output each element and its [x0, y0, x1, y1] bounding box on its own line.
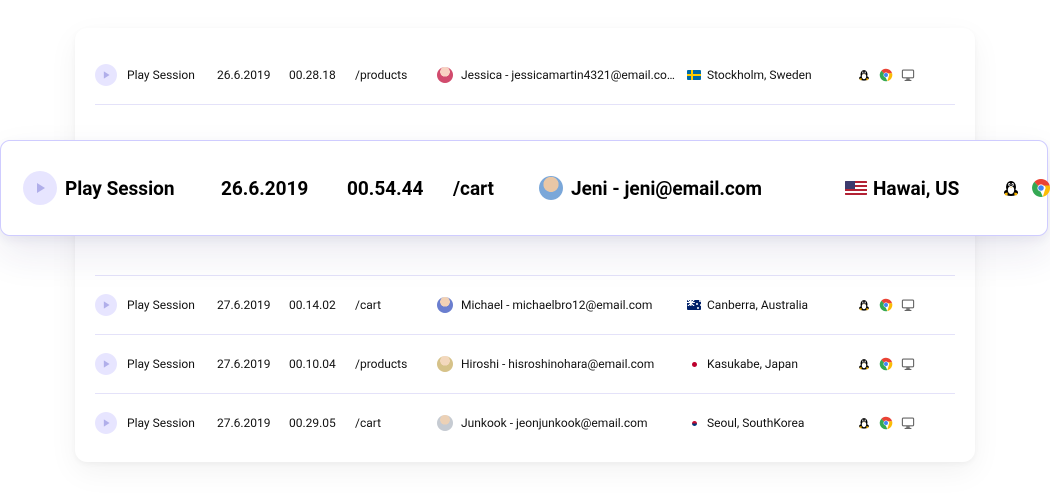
linux-icon — [857, 68, 871, 82]
play-button[interactable] — [95, 64, 117, 86]
session-list-card: Play Session 26.6.2019 00.28.18 /product… — [75, 28, 975, 462]
session-user-text: Hiroshi - hisroshinohara@email.com — [461, 357, 654, 371]
session-user-text: Michael - michaelbro12@email.com — [461, 298, 652, 312]
session-location: Kasukabe, Japan — [687, 357, 847, 371]
session-time: 00.10.04 — [289, 357, 345, 371]
chrome-icon — [879, 357, 893, 371]
session-date: 27.6.2019 — [217, 416, 279, 430]
avatar — [539, 176, 563, 200]
desktop-icon — [901, 416, 915, 430]
linux-icon — [857, 416, 871, 430]
session-location-text: Kasukabe, Japan — [707, 357, 798, 371]
flag-icon — [687, 300, 701, 310]
avatar — [437, 356, 453, 372]
session-time: 00.28.18 — [289, 68, 345, 82]
session-row[interactable]: Play Session 27.6.2019 00.10.04 /product… — [95, 335, 955, 393]
session-label: Play Session — [127, 416, 207, 430]
session-date: 27.6.2019 — [217, 298, 279, 312]
play-button[interactable] — [23, 171, 57, 205]
session-row[interactable]: Play Session 27.6.2019 00.14.02 /cart Mi… — [95, 276, 955, 334]
avatar — [437, 297, 453, 313]
session-location-text: Seoul, SouthKorea — [707, 416, 804, 430]
session-time: 00.29.05 — [289, 416, 345, 430]
session-location: Stockholm, Sweden — [687, 68, 847, 82]
desktop-icon — [901, 298, 915, 312]
linux-icon — [1001, 178, 1021, 198]
session-platform-icons — [1001, 178, 1050, 198]
session-user-text: Junkook - jeonjunkook@email.com — [461, 416, 648, 430]
linux-icon — [857, 298, 871, 312]
chrome-icon — [879, 68, 893, 82]
session-user: Michael - michaelbro12@email.com — [437, 297, 677, 313]
session-location: Seoul, SouthKorea — [687, 416, 847, 430]
session-user-text: Jessica - jessicamartin4321@email.com — [461, 68, 677, 82]
session-platform-icons — [857, 416, 923, 430]
session-row[interactable]: Play Session 27.6.2019 00.29.05 /cart Ju… — [95, 394, 955, 452]
session-path: /cart — [355, 416, 427, 430]
session-location-text: Canberra, Australia — [707, 298, 808, 312]
session-platform-icons — [857, 357, 923, 371]
play-button[interactable] — [95, 294, 117, 316]
session-date: 26.6.2019 — [217, 68, 279, 82]
chrome-icon — [1031, 178, 1050, 198]
flag-icon — [845, 181, 867, 195]
session-user: Hiroshi - hisroshinohara@email.com — [437, 356, 677, 372]
desktop-icon — [901, 68, 915, 82]
session-location: Hawai, US — [845, 177, 995, 200]
play-button[interactable] — [95, 353, 117, 375]
session-time: 00.14.02 — [289, 298, 345, 312]
session-user: Jessica - jessicamartin4321@email.com — [437, 67, 677, 83]
session-path: /products — [355, 68, 427, 82]
session-date: 27.6.2019 — [217, 357, 279, 371]
desktop-icon — [901, 357, 915, 371]
session-label: Play Session — [127, 68, 207, 82]
session-user: Jeni - jeni@email.com — [539, 176, 839, 200]
session-label: Play Session — [127, 298, 207, 312]
session-user-text: Jeni - jeni@email.com — [571, 177, 762, 200]
chrome-icon — [879, 416, 893, 430]
chrome-icon — [879, 298, 893, 312]
session-path: /cart — [355, 298, 427, 312]
session-row[interactable]: Play Session 26.6.2019 00.28.18 /product… — [95, 46, 955, 104]
session-location-text: Stockholm, Sweden — [707, 68, 812, 82]
session-label: Play Session — [65, 177, 215, 200]
linux-icon — [857, 357, 871, 371]
avatar — [437, 67, 453, 83]
session-location: Canberra, Australia — [687, 298, 847, 312]
session-row-featured[interactable]: Play Session 26.6.2019 00.54.44 /cart Je… — [0, 140, 1048, 236]
session-date: 26.6.2019 — [221, 177, 341, 200]
flag-icon — [687, 70, 701, 80]
session-user: Junkook - jeonjunkook@email.com — [437, 415, 677, 431]
flag-icon — [687, 359, 701, 369]
session-location-text: Hawai, US — [873, 177, 959, 200]
session-path: /products — [355, 357, 427, 371]
session-platform-icons — [857, 68, 923, 82]
session-platform-icons — [857, 298, 923, 312]
session-time: 00.54.44 — [347, 177, 447, 200]
play-button[interactable] — [95, 412, 117, 434]
session-path: /cart — [453, 177, 533, 200]
flag-icon — [687, 418, 701, 428]
session-label: Play Session — [127, 357, 207, 371]
avatar — [437, 415, 453, 431]
